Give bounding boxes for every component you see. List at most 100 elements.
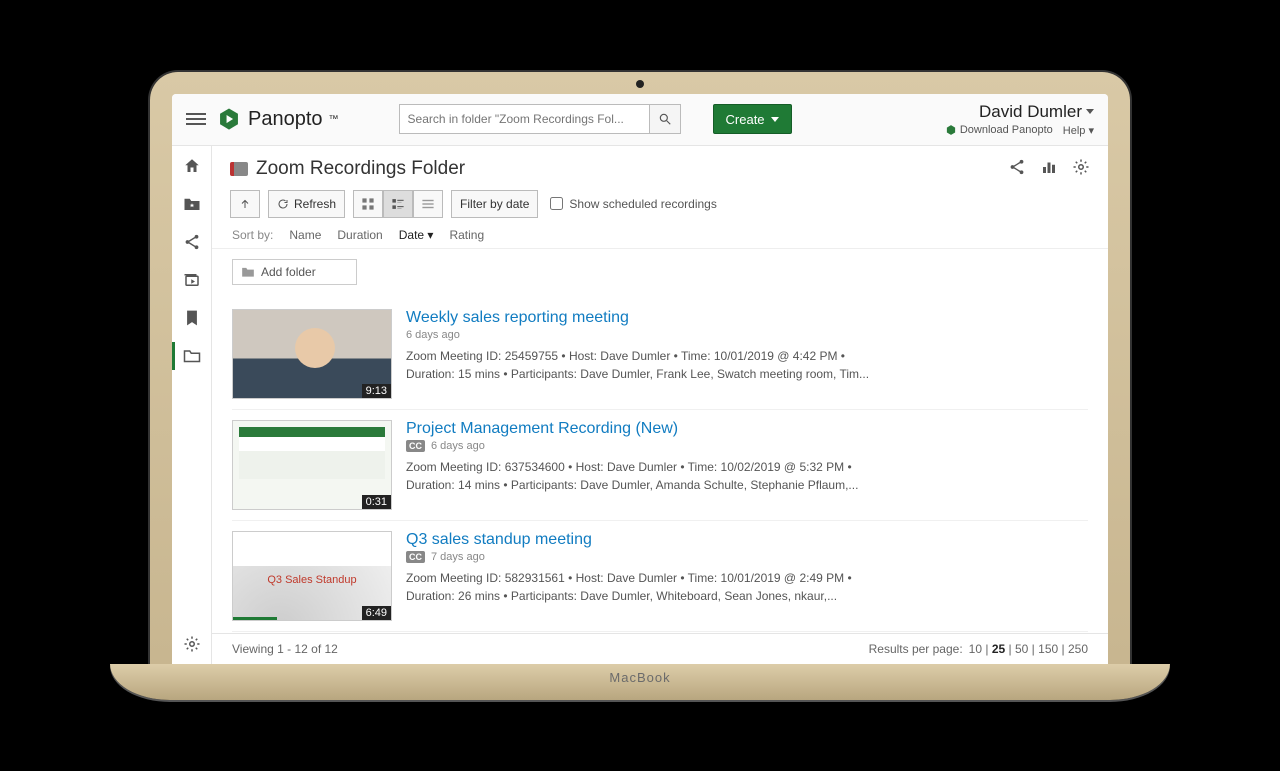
recording-title-link[interactable]: Project Management Recording (New) (406, 420, 1088, 438)
gear-icon (183, 635, 201, 653)
recordings-list: 9:13 Weekly sales reporting meeting 6 days… (212, 295, 1108, 633)
caret-down-icon (771, 117, 779, 122)
share-folder-button[interactable] (1008, 158, 1026, 179)
laptop-camera (636, 80, 644, 88)
app-screen: Panopto™ Create David Dumler (172, 94, 1108, 664)
filter-date-button[interactable]: Filter by date (451, 190, 538, 218)
list-footer: Viewing 1 - 12 of 12 Results per page: 1… (212, 633, 1108, 664)
bookmark-icon (185, 309, 199, 327)
folder-title: Zoom Recordings Folder (256, 158, 465, 180)
recording-title-link[interactable]: Q3 sales standup meeting (406, 531, 1088, 549)
rpp-label: Results per page: (869, 642, 963, 656)
grid-icon (361, 197, 375, 211)
user-area: David Dumler Download Panopto Help ▾ (945, 102, 1094, 137)
duration-badge: 9:13 (362, 384, 391, 398)
add-folder-button[interactable]: Add folder (232, 259, 357, 285)
results-per-page: Results per page: 10 | 25 | 50 | 150 | 2… (869, 642, 1088, 656)
recording-item: 0:31 Project Management Recording (New) CC… (232, 410, 1088, 521)
search-input[interactable] (399, 104, 649, 134)
recording-age: 6 days ago (406, 329, 1088, 341)
progress-bar (233, 617, 277, 620)
folder-settings-button[interactable] (1072, 158, 1090, 179)
brand-logo[interactable]: Panopto™ (216, 106, 339, 132)
main-panel: Zoom Recordings Folder Refresh (212, 146, 1108, 664)
sidebar-browse[interactable] (182, 346, 202, 366)
caret-down-icon (1086, 109, 1094, 114)
stats-icon (1040, 158, 1058, 176)
recording-meta-line: Zoom Meeting ID: 637534600 • Host: Dave … (406, 458, 1088, 476)
refresh-button[interactable]: Refresh (268, 190, 345, 218)
top-bar: Panopto™ Create David Dumler (172, 94, 1108, 146)
recording-meta-line: Zoom Meeting ID: 582931561 • Host: Dave … (406, 569, 1088, 587)
recording-meta-line: Zoom Meeting ID: 25459755 • Host: Dave D… (406, 347, 1088, 365)
recording-thumbnail[interactable]: 9:13 (232, 309, 392, 399)
sidebar-home[interactable] (182, 156, 202, 176)
show-scheduled-checkbox[interactable] (550, 197, 563, 210)
create-button[interactable]: Create (713, 104, 792, 134)
brand-name: Panopto (248, 108, 323, 131)
list-thumb-icon (391, 197, 405, 211)
recording-meta-line: Duration: 26 mins • Participants: Dave D… (406, 587, 1088, 605)
panopto-logo-icon (216, 106, 242, 132)
recording-meta-line: Duration: 14 mins • Participants: Dave D… (406, 476, 1088, 494)
recording-item: Q3 Sales Standup6:49 Q3 sales standup mee… (232, 521, 1088, 632)
view-list-button[interactable] (413, 190, 443, 218)
folder-header: Zoom Recordings Folder (212, 146, 1108, 186)
recording-age: CC7 days ago (406, 551, 1088, 563)
arrow-up-icon (239, 198, 251, 210)
folder-star-icon (183, 196, 201, 212)
create-label: Create (726, 112, 765, 127)
toolbar: Refresh Filter by date Show scheduled re… (212, 186, 1108, 222)
rpp-option[interactable]: 10 (969, 642, 982, 656)
view-mode-group (353, 190, 443, 218)
rpp-option[interactable]: 50 (1015, 642, 1028, 656)
search-icon (658, 112, 672, 126)
list-icon (421, 197, 435, 211)
sidebar-myfolder[interactable] (182, 194, 202, 214)
recording-age: CC6 days ago (406, 440, 1088, 452)
folder-stats-button[interactable] (1040, 158, 1058, 179)
recording-item: 9:13 Weekly sales reporting meeting 6 days… (232, 299, 1088, 410)
sort-label: Sort by: (232, 228, 273, 242)
gear-icon (1072, 158, 1090, 176)
duration-badge: 0:31 (362, 495, 391, 509)
share-icon (1008, 158, 1026, 176)
search-group (399, 104, 681, 134)
sort-name[interactable]: Name (289, 228, 321, 242)
sort-date[interactable]: Date ▾ (399, 228, 434, 242)
recording-thumbnail[interactable]: Q3 Sales Standup6:49 (232, 531, 392, 621)
sort-duration[interactable]: Duration (337, 228, 382, 242)
share-icon (183, 233, 201, 251)
refresh-icon (277, 198, 289, 210)
show-scheduled-toggle[interactable]: Show scheduled recordings (550, 197, 716, 211)
up-folder-button[interactable] (230, 190, 260, 218)
rpp-option[interactable]: 25 (992, 642, 1005, 656)
recording-thumbnail[interactable]: 0:31 (232, 420, 392, 510)
folder-icon (230, 162, 248, 176)
sidebar-settings[interactable] (182, 634, 202, 654)
sort-bar: Sort by: Name Duration Date ▾ Rating (212, 222, 1108, 249)
search-button[interactable] (649, 104, 681, 134)
recording-meta-line: Duration: 15 mins • Participants: Dave D… (406, 365, 1088, 383)
sort-rating[interactable]: Rating (449, 228, 484, 242)
viewing-count: Viewing 1 - 12 of 12 (232, 642, 338, 656)
sidebar-bookmarks[interactable] (182, 308, 202, 328)
panopto-mini-icon (945, 124, 957, 136)
user-menu[interactable]: David Dumler (945, 102, 1094, 122)
folder-icon (241, 266, 255, 278)
help-link[interactable]: Help ▾ (1063, 124, 1094, 137)
duration-badge: 6:49 (362, 606, 391, 620)
sidebar-everything[interactable] (182, 270, 202, 290)
recording-title-link[interactable]: Weekly sales reporting meeting (406, 309, 1088, 327)
view-list-thumb-button[interactable] (383, 190, 413, 218)
download-panopto-link[interactable]: Download Panopto (945, 124, 1053, 136)
rpp-option[interactable]: 150 (1038, 642, 1058, 656)
laptop-base (110, 664, 1170, 700)
home-icon (183, 157, 201, 175)
sidebar-shared[interactable] (182, 232, 202, 252)
view-grid-button[interactable] (353, 190, 383, 218)
menu-toggle-button[interactable] (186, 110, 206, 128)
rpp-option[interactable]: 250 (1068, 642, 1088, 656)
cc-badge: CC (406, 440, 425, 452)
cc-badge: CC (406, 551, 425, 563)
